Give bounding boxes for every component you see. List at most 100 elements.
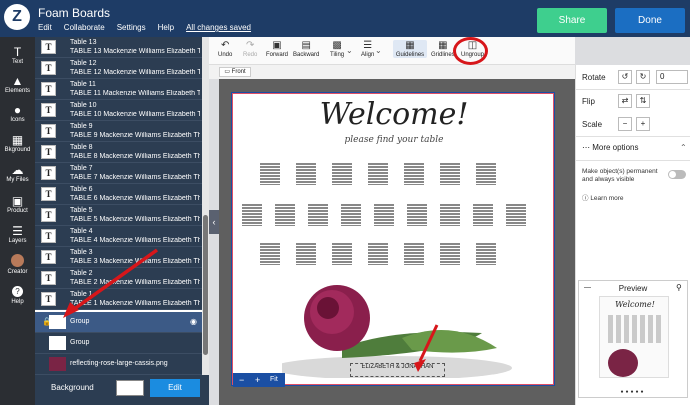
redo-icon: ↷	[245, 40, 255, 51]
layer-row-image[interactable]: reflecting-rose-large-cassis.png	[35, 354, 202, 375]
menu-help[interactable]: Help	[158, 23, 174, 32]
divider	[576, 89, 690, 90]
layers-scrollbar[interactable]	[202, 37, 209, 405]
redo-button[interactable]: ↷ Redo	[243, 40, 257, 58]
nav-my-files[interactable]: ☁ My Files	[0, 163, 35, 183]
guidelines-button[interactable]: ▦ Guidelines	[393, 40, 427, 58]
layer-row[interactable]: T Table 13 TABLE 13 Mackenzie Williams Eli…	[35, 37, 202, 58]
rotate-input[interactable]: 0	[656, 70, 688, 84]
scale-down-button[interactable]: −	[618, 117, 632, 131]
toolbar: ↶ Undo ↷ Redo ▣ Forward ▤ Backward ▩ Tiling ⌄…	[209, 37, 575, 65]
flip-vertical-icon[interactable]: ⇅	[636, 94, 650, 108]
layer-row[interactable]: T Table 9 TABLE 9 Mackenzie Williams Eliza…	[35, 121, 202, 142]
collapse-panel-icon[interactable]: ‹	[209, 210, 219, 234]
nav-creator[interactable]: Creator	[0, 254, 35, 275]
rotate-right-icon[interactable]: ↻	[636, 70, 650, 84]
menu-collaborate[interactable]: Collaborate	[64, 23, 105, 32]
scrollbar-thumb[interactable]	[203, 215, 208, 355]
more-options-toggle[interactable]: ⋯ More options	[582, 143, 638, 152]
text-layer-icon: T	[41, 103, 56, 117]
background-color-swatch[interactable]	[116, 380, 144, 396]
divider	[576, 160, 690, 161]
nav-text[interactable]: T Text	[0, 45, 35, 65]
avatar	[11, 254, 24, 267]
text-layer-icon: T	[41, 166, 56, 180]
preview-thumbnail[interactable]: Welcome!	[599, 296, 669, 378]
nav-product[interactable]: ▣ Product	[0, 194, 35, 214]
undo-button[interactable]: ↶ Undo	[218, 40, 232, 58]
menu-edit[interactable]: Edit	[38, 23, 52, 32]
gridlines-button[interactable]: ▦ Gridlines	[431, 40, 455, 58]
flip-label: Flip	[582, 97, 595, 106]
background-edit-button[interactable]: Edit	[150, 379, 200, 397]
preview-tables	[608, 315, 662, 343]
foam-board-canvas[interactable]: Welcome! please find your table ELIZABET…	[231, 92, 555, 386]
zoom-out-button[interactable]: −	[239, 373, 244, 387]
document-icon: ▭	[224, 69, 230, 75]
layer-row[interactable]: T Table 5 TABLE 5 Mackenzie Williams Eliza…	[35, 205, 202, 226]
layer-row[interactable]: T Table 8 TABLE 8 Mackenzie Williams Eliza…	[35, 142, 202, 163]
cloud-icon: ☁	[11, 163, 24, 177]
nav-background[interactable]: ▦ Bkground	[0, 133, 35, 153]
text-icon: T	[13, 45, 22, 59]
side-tabs: ▭ Front	[209, 65, 575, 79]
permanent-label: Make object(s) permanent and always visi…	[582, 168, 658, 183]
layer-row[interactable]: T Table 10 TABLE 10 Mackenzie Williams Eli…	[35, 100, 202, 121]
layer-row[interactable]: T Table 12 TABLE 12 Mackenzie Williams Eli…	[35, 58, 202, 79]
menu-settings[interactable]: Settings	[117, 23, 146, 32]
rotate-label: Rotate	[582, 73, 606, 82]
tiling-icon: ▩	[332, 40, 342, 51]
align-button[interactable]: ☰ Align	[361, 40, 374, 58]
learn-more-link[interactable]: ⓘ Learn more	[582, 192, 624, 202]
layer-row[interactable]: T Table 7 TABLE 7 Mackenzie Williams Eliza…	[35, 163, 202, 184]
forward-icon: ▣	[272, 40, 282, 51]
guidelines-icon: ▦	[405, 40, 415, 51]
chevron-down-icon[interactable]: ⌄	[346, 46, 353, 55]
forward-button[interactable]: ▣ Forward	[266, 40, 288, 58]
layer-row[interactable]: T Table 11 TABLE 11 Mackenzie Williams Eli…	[35, 79, 202, 100]
done-button[interactable]: Done	[615, 8, 685, 33]
logo-icon[interactable]: Z	[4, 4, 30, 30]
help-icon: ?	[12, 286, 23, 297]
tiling-button[interactable]: ▩ Tiling	[330, 40, 344, 58]
nav-elements[interactable]: ▲ Elements	[0, 74, 35, 94]
backward-button[interactable]: ▤ Backward	[293, 40, 319, 58]
text-layer-icon: T	[41, 124, 56, 138]
flip-horizontal-icon[interactable]: ⇄	[618, 94, 632, 108]
nav-icons[interactable]: ● Icons	[0, 103, 35, 123]
layer-row-group[interactable]: Group	[35, 333, 202, 354]
zoom-controls: − + Fit	[233, 373, 285, 387]
text-layer-icon: T	[41, 208, 56, 222]
preview-rose	[608, 349, 638, 377]
preview-panel: — Preview ⚲ Welcome! ●●●●●	[578, 280, 688, 398]
eye-icon[interactable]: ◉	[190, 317, 197, 326]
tab-front[interactable]: ▭ Front	[219, 67, 251, 77]
align-icon: ☰	[363, 40, 373, 51]
text-layer-icon: T	[41, 82, 56, 96]
top-bar: Z Foam Boards Edit Collaborate Settings …	[0, 0, 690, 37]
annotation-arrows	[414, 324, 439, 372]
layer-row[interactable]: T Table 6 TABLE 6 Mackenzie Williams Eliza…	[35, 184, 202, 205]
save-status[interactable]: All changes saved	[186, 23, 251, 32]
chevron-down-icon[interactable]: ⌄	[375, 46, 382, 55]
nav-layers[interactable]: ☰ Layers	[0, 224, 35, 244]
elements-icon: ▲	[11, 74, 24, 88]
share-button[interactable]: Share	[537, 8, 607, 33]
nav-help[interactable]: ? Help	[0, 286, 35, 305]
permanent-toggle[interactable]	[668, 170, 686, 179]
annotation-circle	[453, 37, 488, 65]
zoom-fit-button[interactable]: Fit	[270, 373, 278, 387]
zoom-in-button[interactable]: +	[255, 373, 260, 387]
menu-bar: Edit Collaborate Settings Help All chang…	[38, 23, 251, 32]
scale-label: Scale	[582, 120, 603, 129]
preview-pagination[interactable]: ●●●●●	[579, 389, 687, 395]
annotation-arrows-left	[63, 248, 159, 318]
annotation-arrow	[418, 324, 439, 362]
left-nav: T Text ▲ Elements ● Icons ▦ Bkground ☁ My Fil…	[0, 37, 35, 405]
scale-up-button[interactable]: +	[636, 117, 650, 131]
divider	[576, 136, 690, 137]
background-bar: Background Edit	[35, 375, 209, 405]
chevron-up-icon[interactable]: ⌃	[680, 143, 687, 152]
rotate-left-icon[interactable]: ↺	[618, 70, 632, 84]
search-icon[interactable]: ⚲	[676, 283, 682, 292]
